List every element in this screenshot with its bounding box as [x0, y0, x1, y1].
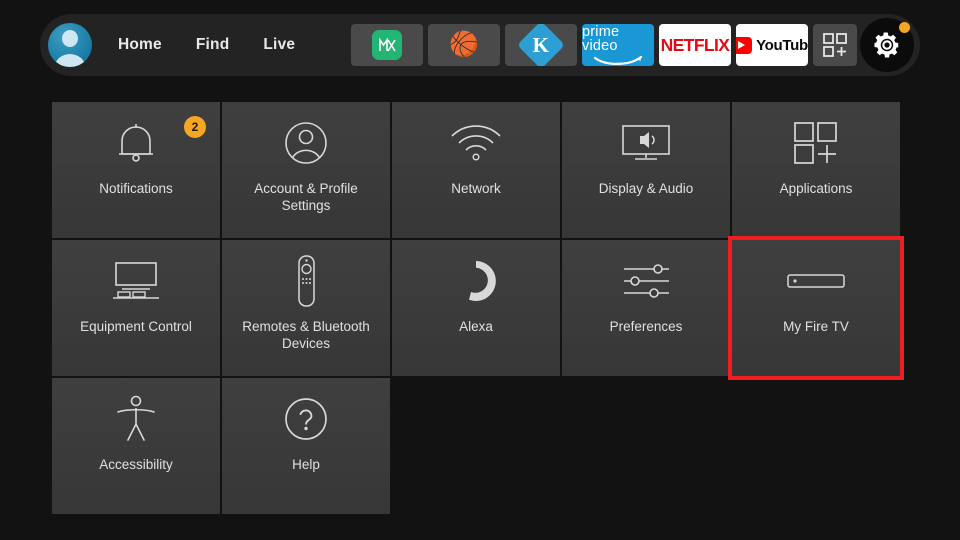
tile-label: Applications: [741, 180, 891, 197]
tile-applications[interactable]: Applications: [732, 102, 900, 238]
tile-label: Help: [231, 456, 381, 473]
remote-icon: [222, 246, 390, 316]
wifi-icon: [392, 108, 560, 178]
tile-alexa[interactable]: Alexa: [392, 240, 560, 376]
tile-label: Equipment Control: [61, 318, 211, 335]
app-library-tile[interactable]: [813, 24, 857, 66]
tile-accessibility[interactable]: Accessibility: [52, 378, 220, 514]
tile-label: Preferences: [571, 318, 721, 335]
settings-row-1: 2 Notifications: [52, 102, 902, 238]
netflix-app-tile[interactable]: NETFLIX: [659, 24, 731, 66]
prime-video-label: prime video: [582, 25, 654, 54]
tile-network[interactable]: Network: [392, 102, 560, 238]
settings-row-3: Accessibility Help: [52, 378, 902, 514]
sliders-icon: [562, 246, 730, 316]
prime-smile-icon: [592, 54, 644, 66]
question-circle-icon: [222, 384, 390, 454]
tile-display-audio[interactable]: Display & Audio: [562, 102, 730, 238]
youtube-play-icon: [736, 37, 752, 54]
alexa-ring-icon: [392, 246, 560, 316]
tile-label: Notifications: [61, 180, 211, 197]
tile-label: Remotes & Bluetooth Devices: [231, 318, 381, 352]
mx-player-app-tile[interactable]: [351, 24, 423, 66]
notification-dot: [899, 22, 910, 33]
fire-tv-settings-screen: Home Find Live 🏀 K: [0, 0, 960, 540]
nav-item-find[interactable]: Find: [196, 36, 230, 54]
kodi-icon: K: [517, 24, 565, 66]
fire-tv-stick-icon: [732, 246, 900, 316]
prime-video-app-tile[interactable]: prime video: [582, 24, 654, 66]
tile-notifications[interactable]: 2 Notifications: [52, 102, 220, 238]
youtube-label: YouTube: [756, 37, 808, 54]
sports-app-tile[interactable]: 🏀: [428, 24, 500, 66]
app-shortcuts: 🏀 K prime video NETFLIX: [351, 18, 914, 72]
nav-links: Home Find Live: [118, 36, 329, 54]
avatar-body: [55, 54, 85, 67]
tile-label: Alexa: [401, 318, 551, 335]
avatar: [48, 23, 92, 67]
settings-row-2: Equipment Control Re: [52, 240, 902, 376]
mx-player-icon: [372, 30, 402, 60]
youtube-app-tile[interactable]: YouTube: [736, 24, 808, 66]
tile-label: Display & Audio: [571, 180, 721, 197]
tile-label: Accessibility: [61, 456, 211, 473]
tile-equipment-control[interactable]: Equipment Control: [52, 240, 220, 376]
netflix-logo: NETFLIX: [661, 35, 730, 56]
nav-item-live[interactable]: Live: [263, 36, 295, 54]
apps-grid-icon: [732, 108, 900, 178]
settings-gear-button[interactable]: [860, 18, 914, 72]
prime-video-icon: prime video: [582, 25, 654, 66]
kodi-app-tile[interactable]: K: [505, 24, 577, 66]
tile-help[interactable]: Help: [222, 378, 390, 514]
apps-grid-plus-icon: [822, 32, 848, 58]
profile-avatar[interactable]: [48, 23, 92, 67]
gear-icon: [872, 30, 902, 60]
tile-label: My Fire TV: [741, 318, 891, 335]
tv-stand-icon: [52, 246, 220, 316]
tile-label: Account & Profile Settings: [231, 180, 381, 214]
notifications-badge: 2: [184, 116, 206, 138]
settings-grid: 2 Notifications: [52, 102, 902, 516]
top-navigation-bar: Home Find Live 🏀 K: [40, 14, 920, 76]
youtube-logo: YouTube: [736, 37, 808, 54]
sports-balls-icon: 🏀: [449, 33, 479, 57]
tile-remotes-bluetooth-devices[interactable]: Remotes & Bluetooth Devices: [222, 240, 390, 376]
kodi-letter: K: [533, 33, 549, 58]
tv-speaker-icon: [562, 108, 730, 178]
nav-item-home[interactable]: Home: [118, 36, 162, 54]
tile-my-fire-tv[interactable]: My Fire TV: [732, 240, 900, 376]
accessibility-icon: [52, 384, 220, 454]
avatar-head: [62, 30, 78, 47]
tile-account-profile-settings[interactable]: Account & Profile Settings: [222, 102, 390, 238]
tile-preferences[interactable]: Preferences: [562, 240, 730, 376]
tile-label: Network: [401, 180, 551, 197]
person-circle-icon: [222, 108, 390, 178]
